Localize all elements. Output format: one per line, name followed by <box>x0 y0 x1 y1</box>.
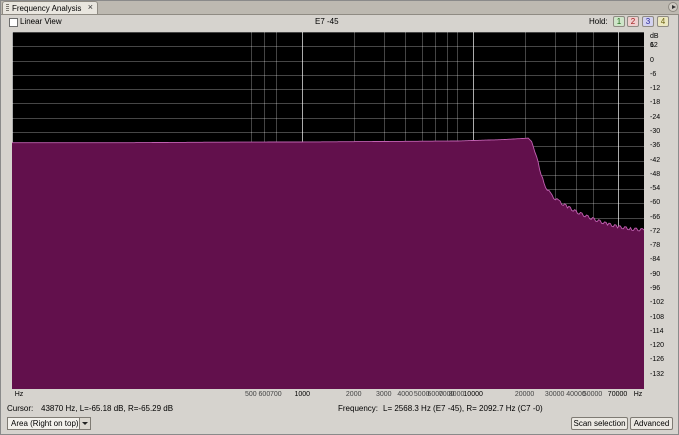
frequency-tick-label: Hz <box>633 391 643 398</box>
panel-menu-icon[interactable] <box>668 2 678 12</box>
hold-button-2[interactable]: 2 <box>627 16 639 27</box>
status-row: Cursor: 43870 Hz, L=-65.18 dB, R=-65.29 … <box>1 403 679 414</box>
db-axis-unit: dB <box>650 33 659 40</box>
tab-frequency-analysis[interactable]: Frequency Analysis × <box>2 1 98 14</box>
db-tick-label: -36 <box>650 142 661 150</box>
close-icon[interactable]: × <box>88 2 93 13</box>
frequency-tick-label: 70000 <box>607 391 628 398</box>
db-tick-label: -96 <box>650 285 661 293</box>
db-tick-label: -132 <box>650 370 665 378</box>
db-tick-label: 6 <box>650 42 654 50</box>
hold-button-1[interactable]: 1 <box>613 16 625 27</box>
db-tick-label: -48 <box>650 170 661 178</box>
frequency-tick-label: 500 <box>245 391 257 398</box>
plot-mode-value: Area (Right on top) <box>11 419 79 428</box>
db-tick-label: -30 <box>650 127 661 135</box>
frequency-scale: Hz 500 600 700 1000 2000 3000 4000 5000 6000 7000 8… <box>12 389 644 401</box>
note-readout: E7 -45 <box>315 17 339 26</box>
frequency-tick-label: 2000 <box>345 391 362 398</box>
db-tick-label: -72 <box>650 227 661 235</box>
frequency-tick-label: 4000 <box>397 391 413 398</box>
db-tick-label: -24 <box>650 113 661 121</box>
db-tick-label: -126 <box>650 356 665 364</box>
frequency-tick-label: 8000 <box>448 391 465 398</box>
db-tick-label: -102 <box>650 299 665 307</box>
advanced-button[interactable]: Advanced <box>630 417 673 430</box>
db-tick-label: -108 <box>650 313 665 321</box>
frequency-label: Frequency: <box>338 404 379 413</box>
db-tick-label: -120 <box>650 342 665 350</box>
db-scale: dB 12 6 0 -6 -12 -18 -24 -30 -36 -42 -48 -54 -60 -66 -7… <box>646 32 678 389</box>
db-tick-label: 0 <box>650 56 654 64</box>
frequency-tick-label: 30000 <box>544 391 565 398</box>
hold-button-3[interactable]: 3 <box>642 16 654 27</box>
frequency-tick-label: 3000 <box>376 391 392 398</box>
db-tick-label: -66 <box>650 213 661 221</box>
db-tick-label: -78 <box>650 242 661 250</box>
frequency-value: L= 2568.3 Hz (E7 -45), R= 2092.7 Hz (C7 … <box>383 404 543 413</box>
db-tick-label: -114 <box>650 327 664 335</box>
cursor-label: Cursor: <box>7 404 34 413</box>
linear-view-checkbox[interactable] <box>9 18 18 27</box>
hold-button-4[interactable]: 4 <box>657 16 669 27</box>
plot-mode-select[interactable]: Area (Right on top) <box>7 417 91 430</box>
hold-label: Hold: <box>589 17 608 26</box>
frequency-tick-label: Hz <box>14 391 24 398</box>
db-tick-label: -6 <box>650 70 657 78</box>
db-tick-label: -60 <box>650 199 661 207</box>
db-tick-label: -18 <box>650 99 661 107</box>
spectrum-plot <box>12 32 644 389</box>
frequency-tick-label: 10000 <box>463 391 483 398</box>
frequency-tick-label: 1000 <box>294 391 311 398</box>
db-tick-label: -12 <box>650 85 661 93</box>
frequency-tick-label: 600 <box>258 391 271 398</box>
spectrum-graph[interactable] <box>12 32 644 389</box>
tab-label: Frequency Analysis <box>12 4 82 13</box>
cursor-value: 43870 Hz, L=-65.18 dB, R=-65.29 dB <box>41 404 174 413</box>
tab-grip-icon[interactable] <box>6 4 9 12</box>
frequency-tick-label: 20000 <box>514 391 535 398</box>
db-tick-label: -90 <box>650 270 661 278</box>
frequency-tick-label: 700 <box>269 391 282 398</box>
chevron-down-icon[interactable] <box>79 418 90 429</box>
linear-view-label: Linear View <box>20 17 62 26</box>
db-tick-label: -84 <box>650 256 661 264</box>
frequency-analysis-panel: Frequency Analysis × Linear View E7 -45 … <box>0 0 679 435</box>
db-tick-label: -54 <box>650 185 661 193</box>
scan-selection-button[interactable]: Scan selection <box>571 417 628 430</box>
db-tick-label: -42 <box>650 156 661 164</box>
frequency-tick-label: 50000 <box>582 391 603 398</box>
panel-tab-strip: Frequency Analysis × <box>1 1 679 15</box>
